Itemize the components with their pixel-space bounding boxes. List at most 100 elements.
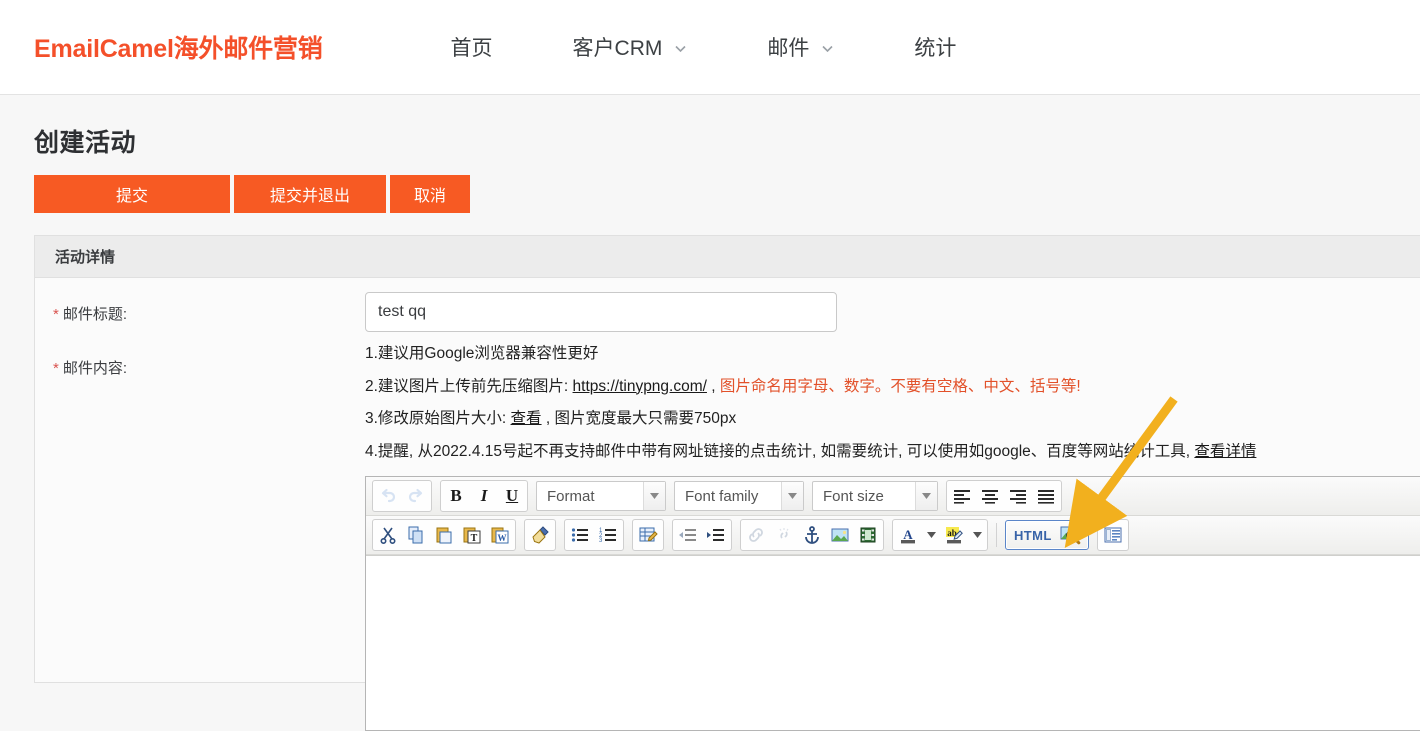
tip-3-suffix: , 图片宽度最大只需要750px [541,410,737,427]
nav-item-stats[interactable]: 统计 [914,32,956,62]
nav-item-home[interactable]: 首页 [451,32,493,62]
html-source-button[interactable]: HTML [1005,520,1089,550]
content-field-col: 1.建议用Google浏览器兼容性更好 2.建议图片上传前先压缩图片: http… [365,346,1420,731]
required-marker: * [53,360,59,377]
submit-and-exit-button[interactable]: 提交并退出 [234,175,386,213]
svg-text:W: W [498,533,507,543]
svg-text:A: A [903,527,913,542]
tip-4: 4.提醒, 从2022.4.15号起不再支持邮件中带有网址链接的点击统计, 如需… [365,442,1420,460]
view-details-link[interactable]: 查看详情 [1194,443,1256,460]
insert-group [740,519,884,551]
tip-2-prefix: 2.建议图片上传前先压缩图片: [365,377,573,395]
outdent-icon[interactable] [674,521,702,549]
alignment-group [946,480,1062,512]
unlink-icon[interactable] [770,521,798,549]
subject-label-text: 邮件标题: [62,306,128,323]
required-marker: * [53,306,59,323]
table-group [632,519,664,551]
tip-4-prefix: 4.提醒, 从2022.4.15号起不再支持邮件中带有网址链接的点击统计, 如需… [365,442,1195,460]
rich-text-editor: B I U Format Font family Font size T W 1… [365,476,1420,731]
format-select[interactable]: Format [536,481,666,511]
view-resize-link[interactable]: 查看 [511,410,542,427]
paste-word-icon[interactable]: W [486,521,514,549]
brand-logo[interactable]: EmailCamel海外邮件营销 [34,29,323,65]
chevron-down-icon [915,482,937,510]
format-select-value: Format [547,487,595,505]
nav-item-crm[interactable]: 客户CRM [573,32,688,62]
image-icon[interactable] [826,521,854,549]
link-icon[interactable] [742,521,770,549]
form-row-subject: * 邮件标题: [35,292,1420,332]
fontsize-select[interactable]: Font size [812,481,938,511]
nav-item-mail[interactable]: 邮件 [767,32,834,62]
chevron-down-icon [674,42,687,55]
edit-table-icon[interactable] [634,521,662,549]
fontfamily-select-value: Font family [685,487,759,505]
paste-text-icon[interactable]: T [458,521,486,549]
background-color-dropdown-arrow[interactable] [968,521,986,549]
editor-toolbar-row-1: B I U Format Font family Font size [366,477,1420,516]
clipboard-group: T W [372,519,516,551]
template-icon[interactable] [1099,521,1127,549]
tip-2-comma: , [706,377,720,395]
subject-label: * 邮件标题: [53,292,365,332]
remove-format-icon[interactable] [526,521,554,549]
list-group: 123 [564,519,624,551]
align-justify-icon[interactable] [1032,482,1060,510]
content-label-text: 邮件内容: [62,360,128,377]
subject-input[interactable] [365,292,837,332]
media-icon[interactable] [854,521,882,549]
redo-icon[interactable] [402,482,430,510]
top-navbar: EmailCamel海外邮件营销 首页 客户CRM 邮件 统计 [0,0,1420,95]
history-group [372,480,432,512]
indent-group [672,519,732,551]
tip-3-prefix: 3.修改原始图片大小: [365,410,511,427]
action-button-row: 提交 提交并退出 取消 [34,175,1420,213]
cancel-button[interactable]: 取消 [390,175,470,213]
panel-header: 活动详情 [35,236,1420,278]
preview-icon [1056,521,1084,549]
fontsize-select-value: Font size [823,487,884,505]
anchor-icon[interactable] [798,521,826,549]
page-title: 创建活动 [34,129,137,157]
color-group: A ab [892,519,988,551]
fontfamily-select[interactable]: Font family [674,481,804,511]
editor-content-area[interactable] [366,555,1420,730]
toolbar-separator [996,523,997,547]
copy-icon[interactable] [402,521,430,549]
tinypng-link[interactable]: https://tinypng.com/ [573,378,707,395]
svg-text:T: T [471,533,478,544]
tip-2-warning: 图片命名用字母、数字。不要有空格、中文、括号等! [719,377,1081,395]
tip-1: 1.建议用Google浏览器兼容性更好 [365,345,599,362]
text-style-group: B I U [440,480,528,512]
bullet-list-icon[interactable] [566,521,594,549]
align-center-icon[interactable] [976,482,1004,510]
chevron-down-icon [643,482,665,510]
align-right-icon[interactable] [1004,482,1032,510]
nav-item-label: 首页 [450,37,493,60]
submit-button[interactable]: 提交 [34,175,230,213]
underline-icon[interactable]: U [498,482,526,510]
chevron-down-icon [781,482,803,510]
tip-3: 3.修改原始图片大小: 查看 , 图片宽度最大只需要750px [365,411,1420,427]
paste-icon[interactable] [430,521,458,549]
tip-2: 2.建议图片上传前先压缩图片: https://tinypng.com/ , 图… [365,377,1420,395]
cleanup-group [524,519,556,551]
chevron-down-icon [821,42,834,55]
editor-tips: 1.建议用Google浏览器兼容性更好 2.建议图片上传前先压缩图片: http… [365,346,1420,459]
editor-toolbar-row-2: T W 1 2 3 A ab HTML [366,516,1420,555]
numbered-list-icon[interactable]: 123 [594,521,622,549]
undo-icon[interactable] [374,482,402,510]
cut-icon[interactable] [374,521,402,549]
subject-field-col [365,292,1420,332]
text-color-icon[interactable]: A [894,521,922,549]
text-color-dropdown-arrow[interactable] [922,521,940,549]
italic-icon[interactable]: I [470,482,498,510]
nav-item-label: 客户CRM [572,37,663,60]
content-label: * 邮件内容: [53,346,365,731]
indent-icon[interactable] [702,521,730,549]
bold-icon[interactable]: B [442,482,470,510]
background-color-icon[interactable]: ab [940,521,968,549]
align-left-icon[interactable] [948,482,976,510]
form-row-content: * 邮件内容: 1.建议用Google浏览器兼容性更好 2.建议图片上传前先压缩图… [35,346,1420,731]
